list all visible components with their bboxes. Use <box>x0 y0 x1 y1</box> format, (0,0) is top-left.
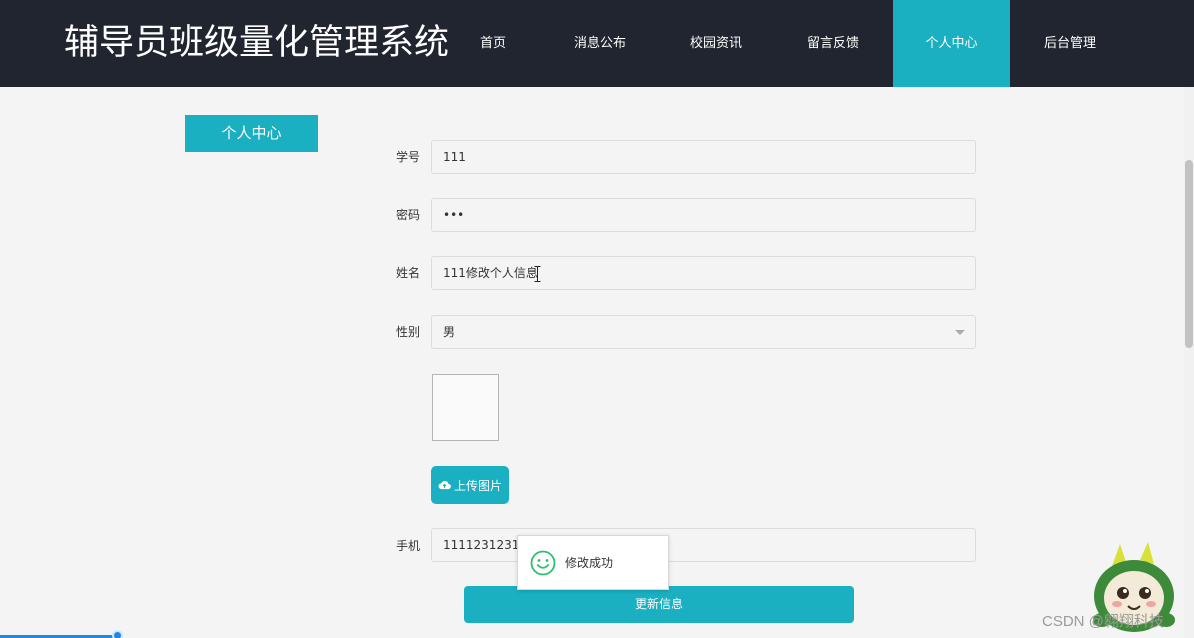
nav-item-home[interactable]: 首页 <box>451 0 535 87</box>
password-label: 密码 <box>396 208 421 222</box>
text-cursor-icon <box>534 266 541 282</box>
scrollbar-thumb[interactable] <box>1185 160 1193 348</box>
top-navbar: 辅导员班级量化管理系统 首页 消息公布 校园资讯 留言反馈 个人中心 后台管理 <box>0 0 1194 87</box>
password-input[interactable]: ••• <box>431 198 976 232</box>
success-toast: 修改成功 <box>517 535 669 590</box>
nav-item-admin[interactable]: 后台管理 <box>1023 0 1117 87</box>
update-info-button[interactable]: 更新信息 <box>464 586 854 623</box>
toast-message: 修改成功 <box>565 556 614 570</box>
video-progress-handle[interactable] <box>112 630 123 638</box>
gender-label: 性别 <box>396 325 421 339</box>
upload-button-label: 上传图片 <box>453 478 502 493</box>
student-id-label: 学号 <box>396 150 421 164</box>
nav-item-personal-center[interactable]: 个人中心 <box>893 0 1010 87</box>
phone-label: 手机 <box>396 539 421 553</box>
phone-input[interactable]: 11112312312 <box>431 528 976 562</box>
cloud-upload-icon <box>438 481 451 490</box>
nav-item-feedback[interactable]: 留言反馈 <box>786 0 880 87</box>
site-title: 辅导员班级量化管理系统 <box>64 23 450 63</box>
name-label: 姓名 <box>396 266 421 280</box>
sidebar-title[interactable]: 个人中心 <box>185 115 318 152</box>
avatar-preview <box>432 374 499 441</box>
student-id-input[interactable]: 111 <box>431 140 976 174</box>
chevron-down-icon <box>955 330 965 335</box>
upload-image-button[interactable]: 上传图片 <box>431 466 509 504</box>
gender-select[interactable]: 男 <box>431 315 976 349</box>
gender-select-value: 男 <box>443 325 456 339</box>
nav-item-announcements[interactable]: 消息公布 <box>553 0 647 87</box>
nav-item-campus-news[interactable]: 校园资讯 <box>669 0 763 87</box>
watermark: CSDN @翱翔科技 <box>1042 613 1164 630</box>
smile-success-icon <box>530 550 556 575</box>
name-input[interactable]: 111修改个人信息 <box>431 256 976 290</box>
